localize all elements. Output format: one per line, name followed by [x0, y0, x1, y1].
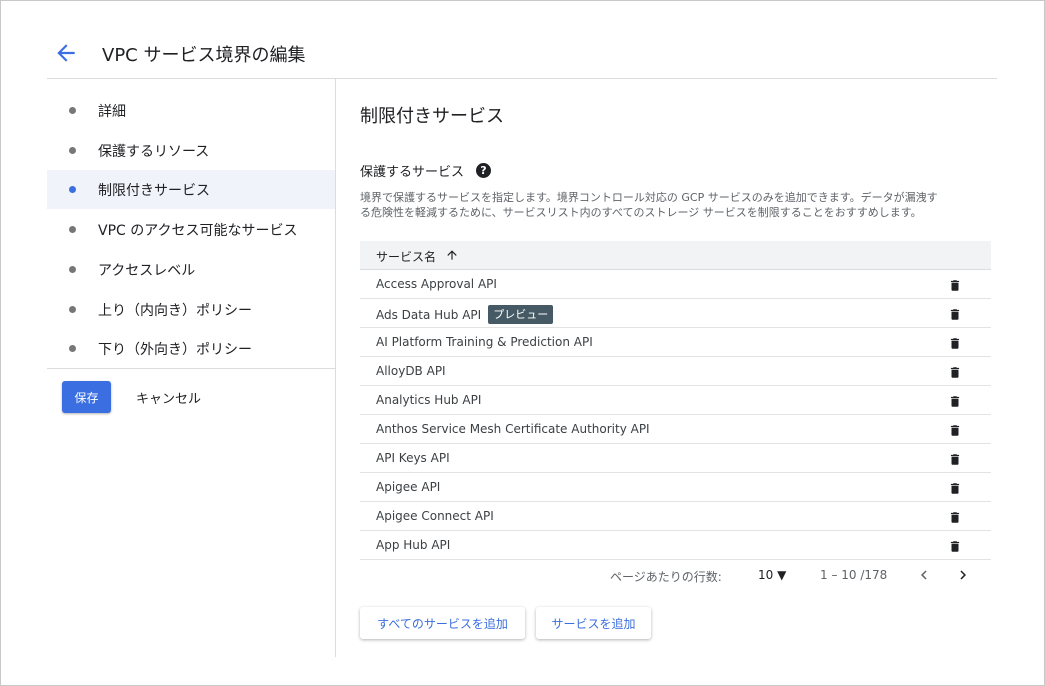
- sidebar-step[interactable]: 保護するリソース: [47, 131, 335, 170]
- service-name-cell: AlloyDB API: [376, 364, 446, 378]
- step-dot-icon: [69, 305, 76, 313]
- service-name-cell: Ads Data Hub API プレビュー: [376, 305, 554, 325]
- description-line: 境界で保護するサービスを指定します。境界コントロール対応の GCP サービスのみ…: [360, 191, 938, 204]
- trash-icon[interactable]: [948, 365, 962, 380]
- sidebar-step[interactable]: 詳細: [47, 91, 335, 130]
- table-body: Access Approval API Ads Data Hub API プレビュー…: [360, 270, 991, 560]
- service-name: AlloyDB API: [376, 364, 446, 378]
- service-name: Apigee API: [376, 480, 441, 494]
- service-name: Access Approval API: [376, 277, 497, 291]
- chevron-left-icon[interactable]: [915, 566, 933, 584]
- service-name-cell: Access Approval API: [376, 277, 497, 291]
- service-name-cell: AI Platform Training & Prediction API: [376, 335, 593, 349]
- service-name-cell: App Hub API: [376, 538, 450, 552]
- section-title: 制限付きサービス: [360, 106, 504, 127]
- arrow-back-icon[interactable]: [53, 40, 79, 66]
- step-dot-icon: [69, 107, 76, 114]
- step-dot-icon: [69, 146, 76, 154]
- rows-per-page-select[interactable]: 10 ▼: [758, 568, 786, 582]
- table-header: サービス名: [360, 241, 991, 270]
- service-name-cell: Anthos Service Mesh Certificate Authorit…: [376, 422, 650, 436]
- table-row: Apigee API: [360, 473, 991, 502]
- rows-per-page-label: ページあたりの行数:: [610, 570, 722, 584]
- trash-icon[interactable]: [948, 452, 962, 467]
- table-row: Ads Data Hub API プレビュー: [360, 299, 991, 328]
- trash-icon[interactable]: [948, 278, 962, 293]
- service-name: App Hub API: [376, 538, 451, 552]
- steps-sidebar: 詳細保護するリソース 制限付きサービス VPC のアクセス可能なサービス アクセスレベ…: [47, 79, 336, 657]
- sub-title: 保護するサービス: [360, 165, 465, 180]
- sidebar-step[interactable]: 下り（外向き）ポリシー: [47, 329, 335, 368]
- rows-per-page-value: 10: [758, 568, 774, 582]
- page-header: VPC サービス境界の編集: [47, 28, 997, 79]
- step-dot-icon: [69, 265, 76, 273]
- trash-icon[interactable]: [948, 336, 962, 351]
- add-service-button[interactable]: サービスを追加: [536, 607, 651, 639]
- table-row: AlloyDB API: [360, 357, 991, 386]
- description: 境界で保護するサービスを指定します。境界コントロール対応の GCP サービスのみ…: [360, 190, 992, 220]
- service-name-cell: Analytics Hub API: [376, 393, 481, 407]
- sidebar-step[interactable]: 上り（内向き）ポリシー: [47, 290, 335, 329]
- preview-badge: プレビュー: [488, 305, 554, 324]
- trash-icon[interactable]: [948, 307, 962, 322]
- sidebar-step[interactable]: VPC のアクセス可能なサービス: [47, 210, 335, 249]
- page-title: VPC サービス境界の編集: [102, 45, 306, 66]
- service-name: Analytics Hub API: [376, 393, 482, 407]
- arrow-upward-icon[interactable]: [445, 248, 459, 262]
- trash-icon[interactable]: [948, 510, 962, 525]
- service-name: API Keys API: [376, 451, 450, 465]
- page-range: 1 – 10 /178: [820, 568, 888, 582]
- trash-icon[interactable]: [948, 539, 962, 554]
- table-row: Anthos Service Mesh Certificate Authorit…: [360, 415, 991, 444]
- chevron-right-icon[interactable]: [954, 566, 972, 584]
- save-button[interactable]: 保存: [62, 381, 111, 413]
- trash-icon[interactable]: [948, 423, 962, 438]
- service-name-cell: API Keys API: [376, 451, 450, 465]
- table-row: API Keys API: [360, 444, 991, 473]
- table-row: Analytics Hub API: [360, 386, 991, 415]
- cancel-button[interactable]: キャンセル: [127, 384, 210, 410]
- table-row: App Hub API: [360, 531, 991, 560]
- step-label: 保護するリソース: [98, 143, 210, 160]
- service-name-cell: Apigee API: [376, 480, 440, 494]
- column-header-service-name[interactable]: サービス名: [376, 248, 436, 265]
- help-icon[interactable]: ?: [476, 163, 491, 178]
- step-label: 上り（内向き）ポリシー: [98, 302, 252, 319]
- service-name: Anthos Service Mesh Certificate Authorit…: [376, 422, 650, 436]
- trash-icon[interactable]: [948, 394, 962, 409]
- service-name-cell: Apigee Connect API: [376, 509, 494, 523]
- table-row: AI Platform Training & Prediction API: [360, 328, 991, 357]
- step-dot-icon: [69, 226, 76, 234]
- add-all-services-button[interactable]: すべてのサービスを追加: [360, 607, 525, 639]
- sidebar-divider: [47, 368, 335, 369]
- table-row: Apigee Connect API: [360, 502, 991, 531]
- step-dot-icon: [69, 345, 76, 353]
- services-table: サービス名 Access Approval API Ads Data Hub AP…: [360, 241, 991, 560]
- sidebar-step[interactable]: アクセスレベル: [47, 250, 335, 289]
- step-label: 下り（外向き）ポリシー: [98, 342, 252, 359]
- table-row: Access Approval API: [360, 270, 991, 299]
- step-dot-icon: [69, 186, 76, 194]
- trash-icon[interactable]: [948, 481, 962, 496]
- pagination: ページあたりの行数: 10 ▼ 1 – 10 /178: [360, 563, 991, 589]
- main-panel: 制限付きサービス 保護するサービス ? 境界で保護するサービスを指定します。境界…: [337, 79, 997, 657]
- dropdown-arrow-icon: ▼: [777, 568, 787, 582]
- service-name: Apigee Connect API: [376, 509, 494, 523]
- step-label: アクセスレベル: [98, 262, 196, 279]
- description-line: る危険性を軽減するために、サービスリスト内のすべてのストレージ サービスを制限す…: [360, 206, 922, 219]
- service-name: AI Platform Training & Prediction API: [376, 335, 593, 349]
- service-name: Ads Data Hub API: [376, 308, 482, 322]
- step-label: 詳細: [98, 104, 126, 120]
- step-label: VPC のアクセス可能なサービス: [98, 223, 298, 240]
- sidebar-step[interactable]: 制限付きサービス: [47, 170, 335, 210]
- step-label: 制限付きサービス: [98, 183, 210, 200]
